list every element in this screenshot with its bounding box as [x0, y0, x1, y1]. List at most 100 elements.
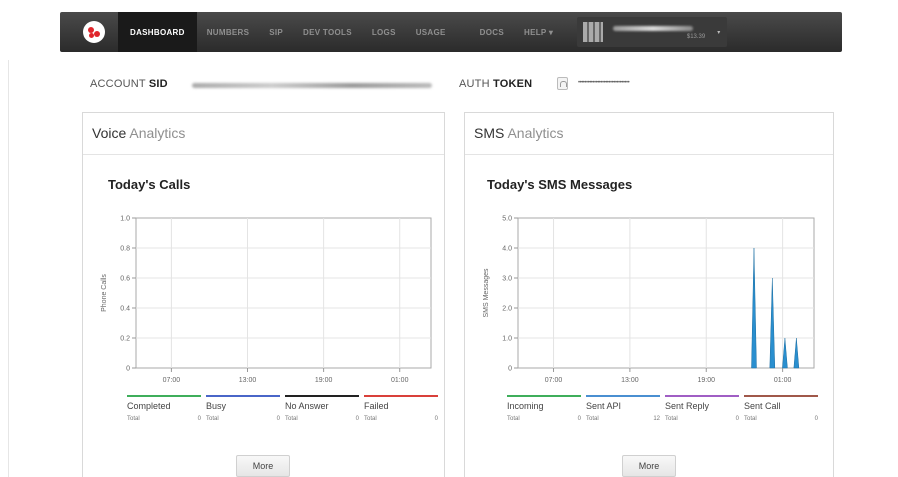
y-tick-label: 4.0 [502, 246, 512, 253]
legend-total-row: Total 0 [507, 416, 581, 422]
legend-item-sent-reply[interactable]: Sent Reply Total 0 [665, 395, 739, 422]
x-tick-label: 13:00 [239, 377, 257, 384]
legend-total-label: Total [744, 416, 757, 422]
nav-item-docs[interactable]: DOCS [470, 12, 514, 52]
y-tick-label: 0.8 [120, 246, 130, 253]
logo-icon[interactable] [83, 21, 105, 43]
panel-title: Voice Analytics [83, 113, 444, 155]
y-tick-label: 5.0 [502, 216, 512, 223]
voice-analytics-panel: Voice Analytics Today's Calls 0 0.2 0.4 0.6… [82, 112, 445, 477]
voice-calls-chart: 0 0.2 0.4 0.6 0.8 1.0 07:00 13:00 19:00 01:00 Phon… [101, 216, 432, 384]
plot-area [135, 217, 432, 369]
chart-legend: Incoming Total 0 Sent API Total 12 Sent Reply T… [507, 395, 823, 422]
avatar [583, 22, 604, 42]
account-menu[interactable]: $13.39 ▾ [577, 17, 728, 47]
y-tick-label: 0.6 [120, 276, 130, 283]
nav-item-dev-tools[interactable]: DEV TOOLS [293, 12, 362, 52]
legend-item-no-answer[interactable]: No Answer Total 0 [285, 395, 359, 422]
legend-item-sent-call[interactable]: Sent Call Total 0 [744, 395, 818, 422]
x-tick-label: 01:00 [774, 377, 792, 384]
legend-total-label: Total [127, 416, 140, 422]
sms-messages-chart: 0 1.0 2.0 3.0 4.0 5.0 07:00 13:00 19:00 01:00 SMS … [483, 216, 815, 384]
legend-total-label: Total [206, 416, 219, 422]
legend-label: Busy [206, 401, 227, 411]
y-axis-label: SMS Messages [483, 268, 490, 318]
y-tick-label: 0.2 [120, 336, 130, 343]
y-tick-label: 3.0 [502, 276, 512, 283]
x-tick-label: 07:00 [163, 377, 181, 384]
account-name-redacted [613, 25, 694, 31]
nav-item-help[interactable]: HELP ▾ [514, 12, 563, 52]
legend-total-row: Total 0 [127, 416, 201, 422]
x-tick-label: 19:00 [697, 377, 715, 384]
x-tick-label: 07:00 [545, 377, 563, 384]
legend-total-row: Total 12 [586, 416, 660, 422]
legend-label: Sent Call [744, 401, 781, 411]
y-tick-label: 0.4 [120, 306, 130, 313]
x-tick-label: 01:00 [391, 377, 409, 384]
legend-total-label: Total [285, 416, 298, 422]
legend-total-row: Total 0 [364, 416, 438, 422]
legend-total-value: 0 [276, 416, 280, 422]
legend-total-value: 0 [814, 416, 818, 422]
panel-title: SMS Analytics [465, 113, 833, 155]
y-tick-label: 1.0 [502, 336, 512, 343]
legend-label: Sent Reply [665, 401, 710, 411]
more-button[interactable]: More [236, 455, 290, 477]
auth-token-label: AUTH TOKEN [459, 78, 533, 90]
legend-total-label: Total [364, 416, 377, 422]
nav-item-numbers[interactable]: NUMBERS [197, 12, 260, 52]
auth-token-masked: •••••••••••••••••••••••••••••••• [578, 80, 630, 86]
legend-swatch [507, 395, 581, 397]
y-tick-label: 0 [508, 366, 512, 373]
sms-analytics-panel: SMS Analytics Today's SMS Messages 0 1.0 2… [464, 112, 834, 477]
plot-area [517, 217, 815, 369]
legend-swatch [285, 395, 359, 397]
nav-item-usage[interactable]: USAGE [406, 12, 456, 52]
legend-total-value: 0 [197, 416, 201, 422]
legend-label: Incoming [507, 401, 544, 411]
legend-label: Failed [364, 401, 389, 411]
legend-total-value: 12 [653, 416, 660, 422]
chart-title: Today's SMS Messages [487, 177, 633, 192]
y-tick-label: 0 [126, 366, 130, 373]
more-button[interactable]: More [622, 455, 676, 477]
x-tick-label: 13:00 [621, 377, 639, 384]
legend-swatch [665, 395, 739, 397]
legend-swatch [744, 395, 818, 397]
legend-swatch [206, 395, 280, 397]
nav-item-logs[interactable]: LOGS [362, 12, 406, 52]
legend-item-failed[interactable]: Failed Total 0 [364, 395, 438, 422]
legend-total-label: Total [586, 416, 599, 422]
legend-swatch [586, 395, 660, 397]
legend-total-value: 0 [355, 416, 359, 422]
chevron-down-icon: ▾ [717, 30, 721, 36]
top-navigation-bar: DASHBOARD NUMBERS SIP DEV TOOLS LOGS USA… [60, 12, 842, 52]
legend-total-value: 0 [434, 416, 438, 422]
legend-item-incoming[interactable]: Incoming Total 0 [507, 395, 581, 422]
nav-item-sip[interactable]: SIP [259, 12, 293, 52]
nav-item-dashboard[interactable]: DASHBOARD [118, 12, 197, 52]
y-axis-label: Phone Calls [101, 274, 108, 312]
legend-total-label: Total [507, 416, 520, 422]
legend-item-completed[interactable]: Completed Total 0 [127, 395, 201, 422]
x-tick-label: 19:00 [315, 377, 333, 384]
chart-title: Today's Calls [108, 177, 191, 192]
legend-swatch [127, 395, 201, 397]
legend-total-value: 0 [577, 416, 581, 422]
lock-icon[interactable] [557, 77, 568, 90]
legend-item-busy[interactable]: Busy Total 0 [206, 395, 280, 422]
legend-total-value: 0 [735, 416, 739, 422]
legend-swatch [364, 395, 438, 397]
account-sid-label: ACCOUNT SID [90, 78, 168, 90]
legend-total-row: Total 0 [285, 416, 359, 422]
account-sid-value-redacted [192, 83, 432, 88]
legend-label: Completed [127, 401, 171, 411]
legend-item-sent-api[interactable]: Sent API Total 12 [586, 395, 660, 422]
legend-total-row: Total 0 [744, 416, 818, 422]
nav-menu: DASHBOARD NUMBERS SIP DEV TOOLS LOGS USA… [118, 12, 563, 52]
y-tick-label: 2.0 [502, 306, 512, 313]
page-left-border [8, 60, 9, 477]
account-balance: $13.39 [686, 34, 706, 40]
legend-total-label: Total [665, 416, 678, 422]
